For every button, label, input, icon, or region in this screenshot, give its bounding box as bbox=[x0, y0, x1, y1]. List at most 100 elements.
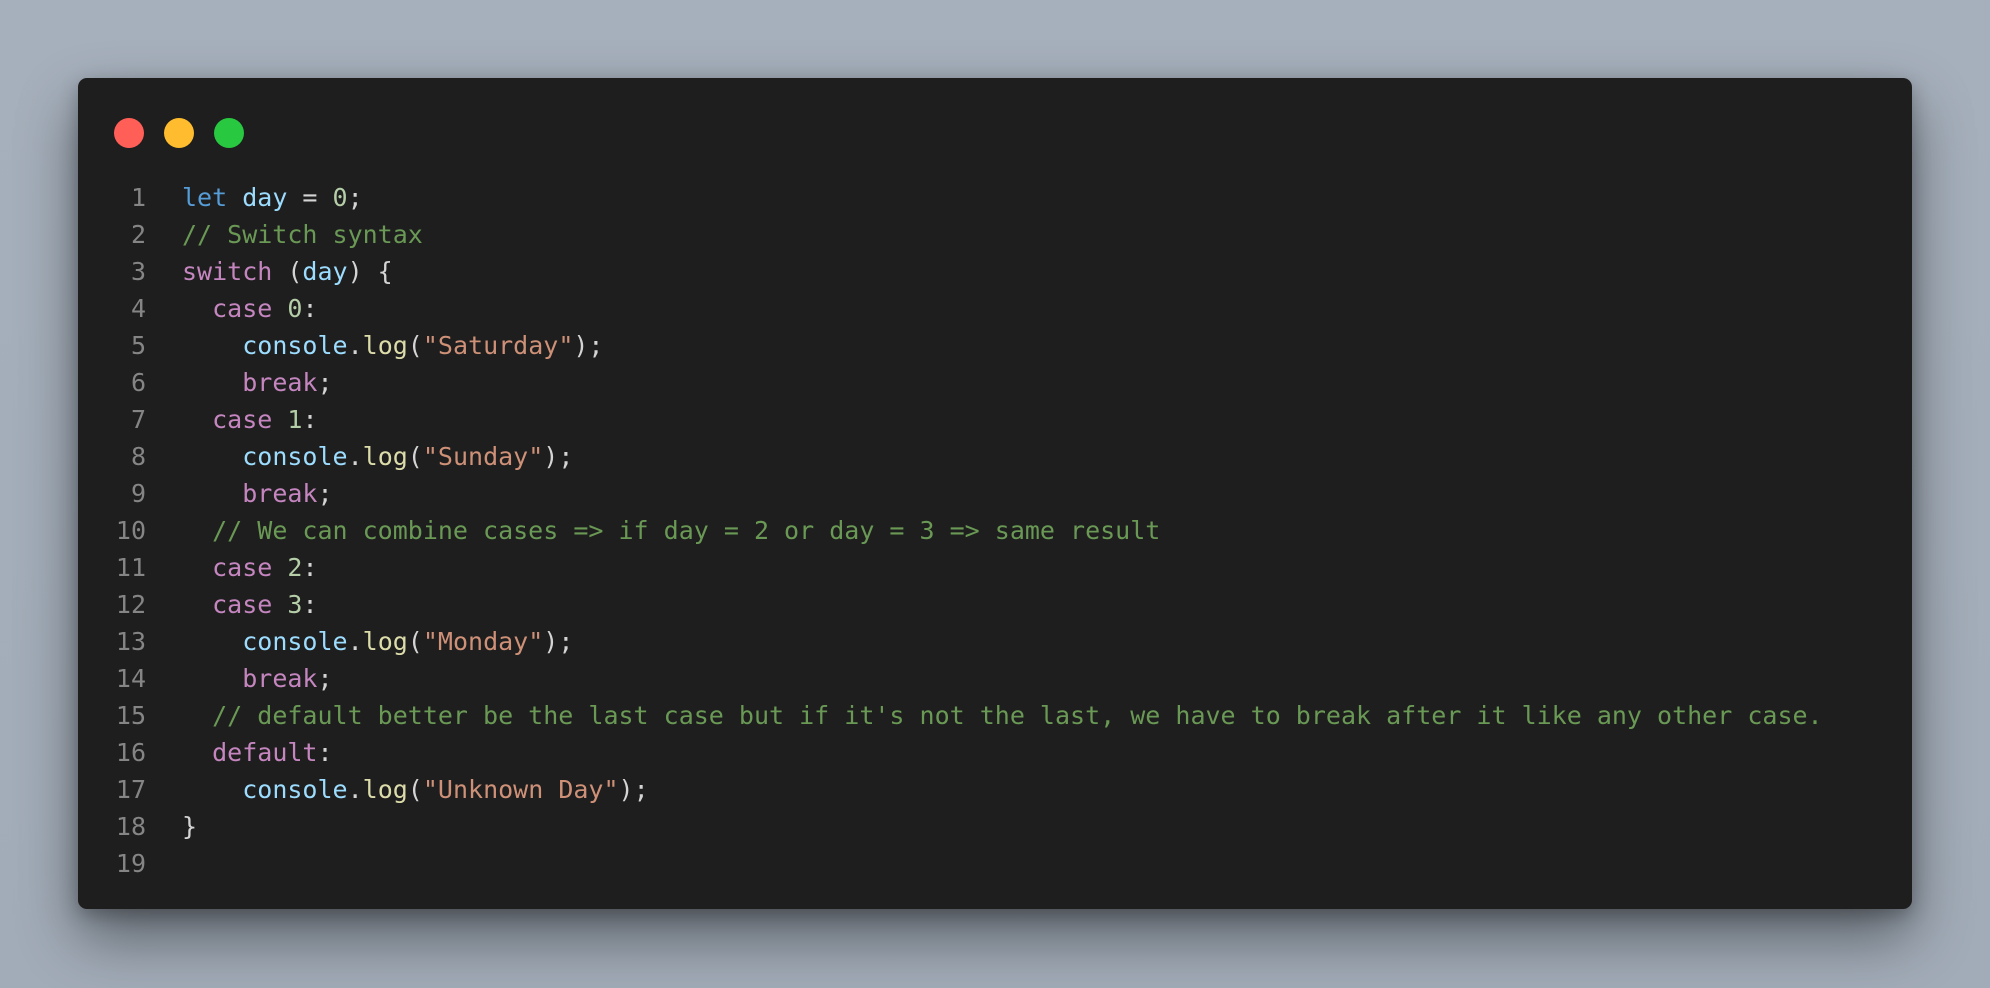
code-text: console.log("Monday"); bbox=[146, 623, 573, 660]
code-token: log bbox=[362, 331, 408, 360]
line-number: 15 bbox=[115, 701, 146, 730]
code-token: ); bbox=[543, 442, 574, 471]
code-token: . bbox=[347, 442, 363, 471]
code-token: log bbox=[362, 627, 408, 656]
code-token: case bbox=[212, 590, 273, 619]
code-line: 15 // default better be the last case bu… bbox=[78, 697, 1912, 734]
code-line: 16 default: bbox=[78, 734, 1912, 771]
code-text: case 1: bbox=[146, 401, 318, 438]
code-token: log bbox=[362, 442, 408, 471]
code-token: case bbox=[212, 553, 273, 582]
code-text: default: bbox=[146, 734, 333, 771]
code-line: 5 console.log("Saturday"); bbox=[78, 327, 1912, 364]
code-line: 18} bbox=[78, 808, 1912, 845]
line-number: 6 bbox=[130, 368, 146, 397]
line-number: 19 bbox=[115, 849, 146, 878]
code-token: default bbox=[212, 738, 318, 767]
code-token: ; bbox=[317, 368, 333, 397]
code-token: console bbox=[242, 331, 348, 360]
line-number: 7 bbox=[130, 405, 146, 434]
code-line: 13 console.log("Monday"); bbox=[78, 623, 1912, 660]
line-number: 2 bbox=[130, 220, 146, 249]
code-line: 17 console.log("Unknown Day"); bbox=[78, 771, 1912, 808]
code-text: // default better be the last case but i… bbox=[146, 697, 1823, 734]
code-token: ( bbox=[407, 331, 423, 360]
line-number: 3 bbox=[130, 257, 146, 286]
code-token: "Monday" bbox=[422, 627, 544, 656]
code-token: // default better be the last case but i… bbox=[212, 701, 1823, 730]
code-token: 0 bbox=[287, 294, 303, 323]
code-token: 1 bbox=[287, 405, 303, 434]
code-token: ( bbox=[272, 257, 303, 286]
line-number: 18 bbox=[115, 812, 146, 841]
code-token: . bbox=[347, 627, 363, 656]
code-text: case 3: bbox=[146, 586, 318, 623]
code-text: switch (day) { bbox=[146, 253, 393, 290]
code-token: : bbox=[317, 738, 333, 767]
code-token: : bbox=[302, 405, 318, 434]
code-token: // We can combine cases => if day = 2 or… bbox=[212, 516, 1161, 545]
line-number: 11 bbox=[115, 553, 146, 582]
code-token: : bbox=[302, 553, 318, 582]
code-token: day bbox=[242, 183, 288, 212]
code-token: ; bbox=[317, 664, 333, 693]
code-line: 11 case 2: bbox=[78, 549, 1912, 586]
code-token: . bbox=[347, 775, 363, 804]
code-text: case 2: bbox=[146, 549, 318, 586]
minimize-dot[interactable] bbox=[164, 118, 194, 148]
code-text: console.log("Unknown Day"); bbox=[146, 771, 649, 808]
code-line: 2 // Switch syntax bbox=[78, 216, 1912, 253]
code-text: let day = 0; bbox=[146, 179, 363, 216]
code-editor[interactable]: 1 let day = 0; 2// Switch syntax 3 switch (d… bbox=[78, 179, 1912, 882]
code-token: 0 bbox=[332, 183, 348, 212]
window-controls bbox=[114, 118, 244, 148]
code-text: // We can combine cases => if day = 2 or… bbox=[146, 512, 1160, 549]
code-token: break bbox=[242, 664, 318, 693]
code-token: switch bbox=[182, 257, 273, 286]
line-number: 10 bbox=[115, 516, 146, 545]
code-text: case 0: bbox=[146, 290, 317, 327]
line-number: 13 bbox=[115, 627, 146, 656]
code-token: ; bbox=[317, 479, 333, 508]
code-token: // Switch syntax bbox=[182, 220, 423, 249]
code-token: case bbox=[212, 405, 273, 434]
code-token: console bbox=[242, 442, 348, 471]
code-text: } bbox=[146, 808, 197, 845]
code-text: break; bbox=[146, 475, 333, 512]
code-line: 6 break; bbox=[78, 364, 1912, 401]
code-line: 4 case 0: bbox=[78, 290, 1912, 327]
code-text: break; bbox=[146, 364, 333, 401]
code-token: log bbox=[362, 775, 408, 804]
code-token: console bbox=[242, 627, 348, 656]
code-line: 19 bbox=[78, 845, 1912, 882]
code-token: ( bbox=[407, 627, 423, 656]
code-token: break bbox=[242, 479, 318, 508]
code-token: ); bbox=[618, 775, 649, 804]
code-line: 3 switch (day) { bbox=[78, 253, 1912, 290]
close-dot[interactable] bbox=[114, 118, 144, 148]
code-token: . bbox=[347, 331, 363, 360]
code-token: 3 bbox=[287, 590, 303, 619]
code-token: : bbox=[302, 590, 318, 619]
code-token: "Saturday" bbox=[422, 331, 574, 360]
code-text: console.log("Saturday"); bbox=[146, 327, 603, 364]
maximize-dot[interactable] bbox=[214, 118, 244, 148]
line-number: 9 bbox=[130, 479, 146, 508]
line-number: 1 bbox=[130, 183, 146, 212]
code-token: 2 bbox=[287, 553, 303, 582]
